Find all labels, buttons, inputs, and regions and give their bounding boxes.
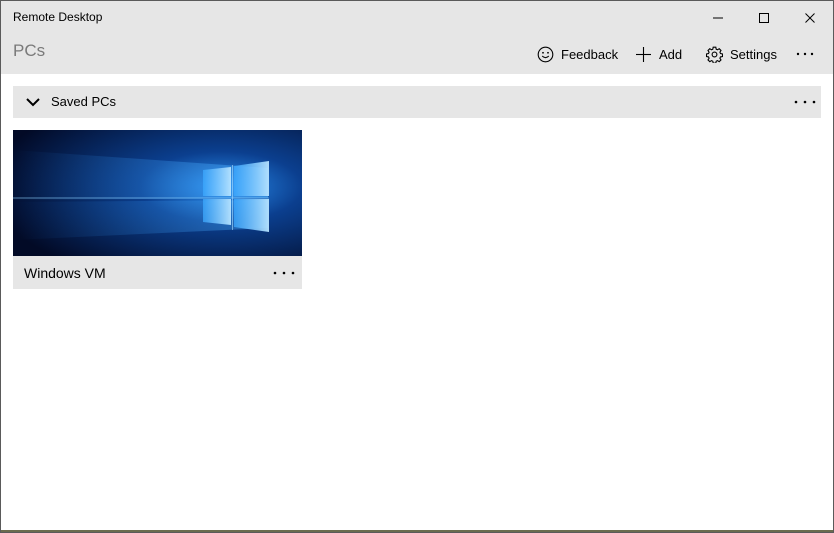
pc-name: Windows VM (24, 265, 106, 281)
add-button[interactable]: Add (635, 42, 682, 66)
minimize-button[interactable] (695, 1, 741, 34)
maximize-button[interactable] (741, 1, 787, 34)
window-bottom-edge (1, 530, 833, 532)
more-options-button[interactable] (796, 42, 814, 66)
add-label: Add (659, 46, 683, 62)
pc-tile[interactable]: Windows VM (13, 130, 302, 289)
chevron-down-icon[interactable] (25, 95, 41, 109)
app-title: Remote Desktop (13, 10, 103, 24)
minimize-icon (713, 17, 723, 18)
settings-label: Settings (730, 46, 777, 62)
ellipsis-icon[interactable] (793, 94, 817, 110)
feedback-button[interactable]: Feedback (537, 42, 618, 66)
pc-thumbnail[interactable] (13, 130, 302, 256)
group-label: Saved PCs (51, 94, 117, 109)
maximize-icon (759, 12, 769, 23)
remote-desktop-window: Remote Desktop PCs Feedback Add Settings… (0, 0, 834, 533)
close-button[interactable] (787, 1, 833, 34)
title-bar[interactable]: Remote Desktop (1, 1, 833, 34)
command-bar: PCs Feedback Add Settings (1, 34, 833, 74)
plus-icon (636, 46, 651, 62)
gear-icon (706, 46, 723, 63)
ellipsis-icon (796, 52, 814, 56)
smiley-icon (537, 46, 554, 62)
close-icon (805, 12, 815, 23)
ellipsis-icon[interactable] (271, 265, 297, 281)
windows-wallpaper-image (13, 130, 302, 256)
page-title: PCs (13, 41, 46, 60)
saved-pcs-group-header[interactable]: Saved PCs (13, 86, 821, 118)
feedback-label: Feedback (561, 46, 619, 62)
settings-button[interactable]: Settings (706, 42, 777, 66)
